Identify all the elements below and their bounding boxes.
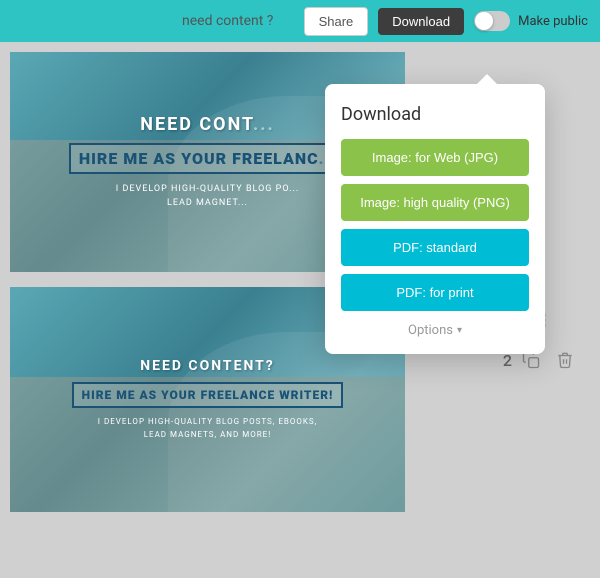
slide-1-need-content: NEED CONT... bbox=[69, 114, 346, 135]
slide-1-text: NEED CONT... HIRE ME AS YOUR FREELANC...… bbox=[69, 114, 346, 211]
slide-2-need-content: NEED CONTENT? bbox=[72, 358, 344, 374]
download-png-button[interactable]: Image: high quality (PNG) bbox=[341, 184, 529, 221]
make-public-toggle[interactable] bbox=[474, 11, 510, 31]
toggle-knob bbox=[475, 12, 493, 30]
share-button[interactable]: Share bbox=[304, 7, 369, 36]
slide-2-hire-me: HIRE ME AS YOUR FREELANCE WRITER! bbox=[72, 382, 344, 408]
download-button[interactable]: Download bbox=[378, 8, 464, 35]
download-dropdown: Download Image: for Web (JPG) Image: hig… bbox=[325, 84, 545, 354]
toggle-container: Make public bbox=[474, 11, 588, 31]
options-label: Options bbox=[408, 323, 453, 338]
delete-button[interactable] bbox=[550, 345, 580, 375]
toolbar: need content ? Share Download Make publi… bbox=[0, 0, 600, 42]
download-pdf-standard-button[interactable]: PDF: standard bbox=[341, 229, 529, 266]
slide-2-text: NEED CONTENT? HIRE ME AS YOUR FREELANCE … bbox=[72, 358, 344, 442]
need-content-label: need content ? bbox=[182, 13, 273, 29]
make-public-label: Make public bbox=[518, 14, 588, 29]
options-link[interactable]: Options ▾ bbox=[341, 323, 529, 338]
slide-1-develop: I DEVELOP HIGH-QUALITY BLOG PO...LEAD MA… bbox=[69, 182, 346, 211]
download-jpg-button[interactable]: Image: for Web (JPG) bbox=[341, 139, 529, 176]
slide-1-hire-me: HIRE ME AS YOUR FREELANC... bbox=[69, 143, 346, 174]
options-chevron-icon: ▾ bbox=[457, 325, 462, 336]
canvas-area: NEED CONT... HIRE ME AS YOUR FREELANC...… bbox=[0, 42, 600, 578]
slide-2-develop: I DEVELOP HIGH-QUALITY BLOG POSTS, EBOOK… bbox=[72, 416, 344, 442]
download-pdf-print-button[interactable]: PDF: for print bbox=[341, 274, 529, 311]
dropdown-title: Download bbox=[341, 104, 529, 125]
